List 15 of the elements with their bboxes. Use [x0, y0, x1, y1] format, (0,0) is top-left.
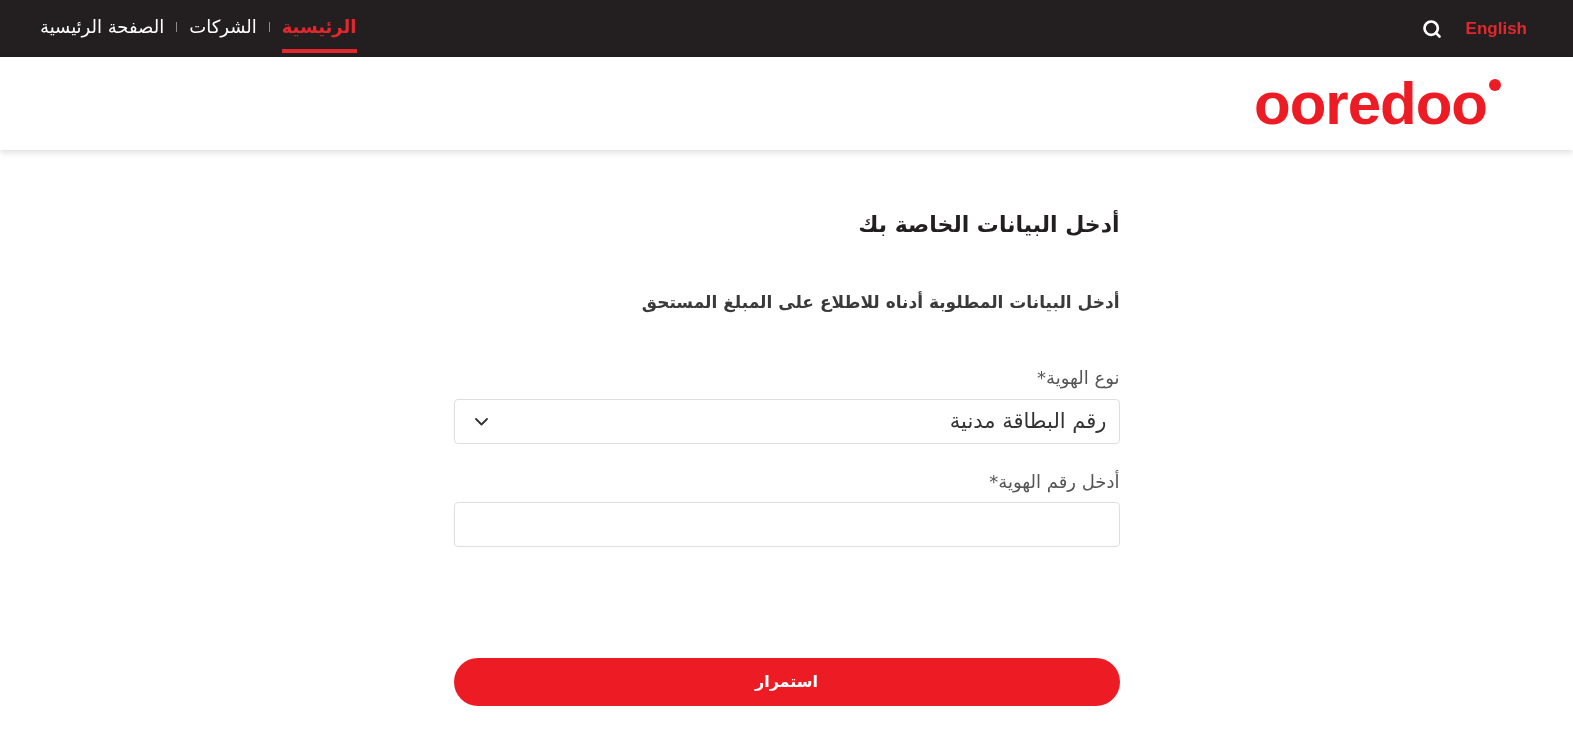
logo-wordmark[interactable]: ooredoo — [1254, 77, 1487, 130]
id-number-input[interactable] — [453, 502, 1120, 547]
field-label: أدخل رقم الهوية* — [988, 470, 1120, 494]
nav-link[interactable]: الصفحة الرئيسية — [40, 0, 165, 53]
language-link[interactable]: English — [1465, 15, 1527, 42]
continue-button[interactable]: استمرار — [453, 658, 1120, 706]
dot-icon — [1489, 78, 1501, 91]
chevron-down-icon — [474, 417, 488, 426]
nav-link[interactable]: الرئيسية — [281, 0, 357, 53]
id-type-select[interactable]: رقم البطاقة مدنية — [453, 399, 1120, 444]
form-title: أدخل البيانات الخاصة بك — [857, 210, 1120, 239]
form-subtitle: أدخل البيانات المطلوبة أدناه للاطلاع على المبلغ المستحق — [640, 290, 1120, 314]
search-icon[interactable] — [1421, 18, 1442, 39]
nav-link[interactable]: الشركات — [189, 0, 257, 53]
field-label: نوع الهوية* — [1036, 366, 1120, 390]
